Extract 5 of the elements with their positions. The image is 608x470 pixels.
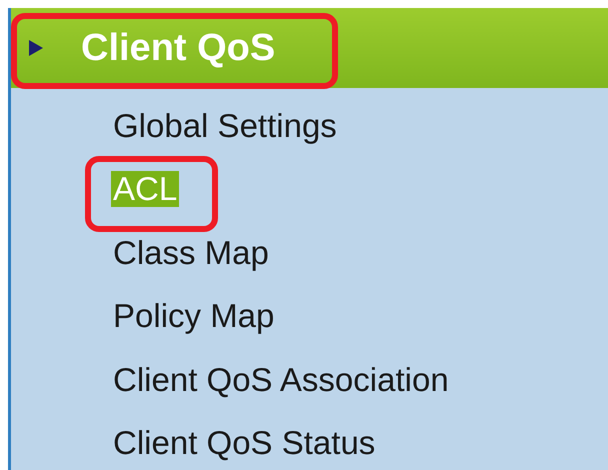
menu-item[interactable]: Client QoS Association: [111, 362, 451, 398]
menu-item[interactable]: Client QoS Status: [111, 425, 378, 462]
menu-item[interactable]: Class Map: [111, 234, 271, 271]
menu-item[interactable]: Policy Map: [111, 298, 276, 334]
menu-item[interactable]: Global Settings: [111, 108, 339, 144]
